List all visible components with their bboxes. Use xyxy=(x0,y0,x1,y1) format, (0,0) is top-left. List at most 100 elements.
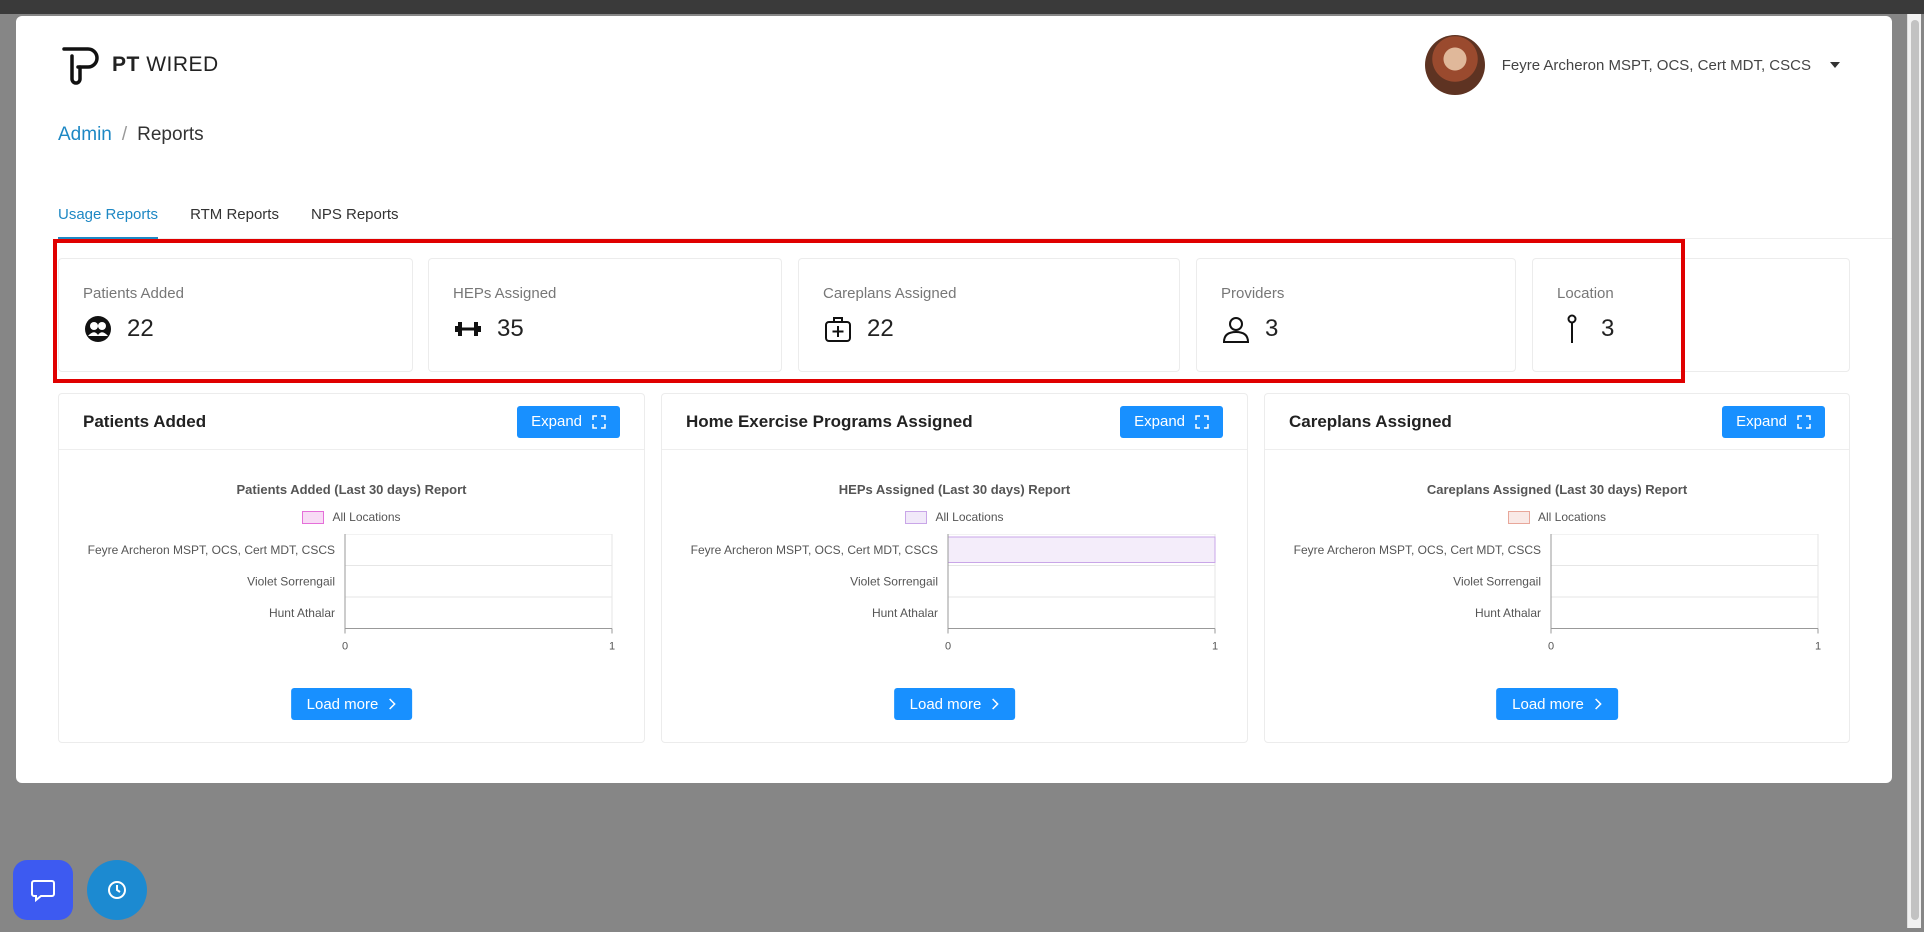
chart-heps-assigned: Feyre Archeron MSPT, OCS, Cert MDT, CSCS… xyxy=(691,534,1218,653)
tick-label: 0 xyxy=(342,641,348,653)
stats-row: Patients Added 22 HEPs Assigned 35 Carep… xyxy=(58,258,1850,372)
load-more-label: Load more xyxy=(1512,695,1584,713)
category-label: Violet Sorrengail xyxy=(1453,574,1541,588)
category-label: Hunt Athalar xyxy=(269,606,335,620)
stat-label: Location xyxy=(1557,285,1614,302)
chart-title: HEPs Assigned (Last 30 days) Report xyxy=(838,482,1071,497)
caret-down-icon[interactable] xyxy=(1830,62,1840,68)
panel-careplans-assigned: Careplans Assigned Expand Careplans Assi… xyxy=(1264,393,1850,743)
stat-card-patients: Patients Added 22 xyxy=(58,258,413,372)
plot-area xyxy=(1550,534,1819,629)
breadcrumb-admin-link[interactable]: Admin xyxy=(58,124,112,146)
window-frame xyxy=(0,0,1924,14)
expand-label: Expand xyxy=(1736,413,1787,430)
tab-nps-reports[interactable]: NPS Reports xyxy=(311,194,399,239)
breadcrumb-separator: / xyxy=(121,124,128,145)
stat-card-location: Location 3 xyxy=(1532,258,1850,372)
avatar[interactable] xyxy=(1424,35,1485,95)
fullscreen-icon xyxy=(1195,414,1209,429)
tick-label: 1 xyxy=(609,641,615,653)
chevron-right-icon xyxy=(389,698,396,710)
clock-icon xyxy=(108,881,126,899)
legend-swatch xyxy=(1507,510,1530,524)
stat-card-heps: HEPs Assigned 35 xyxy=(428,258,782,372)
chart-title: Careplans Assigned (Last 30 days) Report xyxy=(1426,482,1688,497)
load-more-button[interactable]: Load more xyxy=(1496,688,1618,720)
plot-area xyxy=(344,534,613,629)
chart-title: Patients Added (Last 30 days) Report xyxy=(236,482,467,497)
panel-title: Careplans Assigned xyxy=(1289,411,1452,431)
logo-text: PT WIRED xyxy=(112,53,219,76)
report-tabs: Usage Reports RTM Reports NPS Reports xyxy=(58,194,1892,239)
pin-icon xyxy=(1557,314,1587,344)
expand-label: Expand xyxy=(531,413,582,430)
load-more-button[interactable]: Load more xyxy=(290,688,413,720)
tick-label: 0 xyxy=(945,641,951,653)
category-label: Violet Sorrengail xyxy=(850,574,938,588)
chart-legend: All Locations xyxy=(1265,510,1849,524)
tick-label: 0 xyxy=(1548,641,1554,653)
category-label: Hunt Athalar xyxy=(872,606,938,620)
stat-label: Careplans Assigned xyxy=(823,285,957,302)
user-menu[interactable]: Feyre Archeron MSPT, OCS, Cert MDT, CSCS xyxy=(1424,35,1840,95)
expand-button[interactable]: Expand xyxy=(1120,405,1223,438)
stat-value: 35 xyxy=(497,315,524,342)
tab-rtm-reports[interactable]: RTM Reports xyxy=(190,194,279,239)
tick-label: 1 xyxy=(1815,641,1821,653)
category-label: Feyre Archeron MSPT, OCS, Cert MDT, CSCS xyxy=(691,543,938,557)
stat-label: Providers xyxy=(1221,285,1285,302)
tick-label: 1 xyxy=(1212,641,1218,653)
scrollbar-thumb[interactable] xyxy=(1911,20,1919,920)
chart-legend: All Locations xyxy=(59,510,644,524)
stat-label: Patients Added xyxy=(83,285,184,302)
chat-launcher-button[interactable] xyxy=(13,860,73,920)
chart-legend: All Locations xyxy=(662,510,1247,524)
legend-label: All Locations xyxy=(1537,510,1607,524)
load-more-label: Load more xyxy=(306,695,379,713)
load-more-label: Load more xyxy=(909,695,982,713)
user-icon xyxy=(1221,314,1251,344)
stat-value: 22 xyxy=(127,315,154,342)
chart-patients-added: Feyre Archeron MSPT, OCS, Cert MDT, CSCS… xyxy=(88,534,615,653)
legend-swatch xyxy=(905,510,928,524)
breadcrumb-current: Reports xyxy=(137,124,204,145)
chevron-right-icon xyxy=(992,698,999,710)
load-more-button[interactable]: Load more xyxy=(893,688,1016,720)
category-label: Feyre Archeron MSPT, OCS, Cert MDT, CSCS xyxy=(88,543,335,557)
page-scrollbar[interactable] xyxy=(1907,14,1921,928)
stat-value: 3 xyxy=(1265,315,1279,342)
medical-kit-icon xyxy=(823,314,853,344)
app-logo[interactable]: PT WIRED xyxy=(58,43,219,87)
legend-label: All Locations xyxy=(935,510,1004,524)
expand-button[interactable]: Expand xyxy=(1722,405,1825,438)
expand-label: Expand xyxy=(1134,413,1185,430)
stat-card-careplans: Careplans Assigned 22 xyxy=(798,258,1180,372)
breadcrumb: Admin / Reports xyxy=(58,124,204,146)
dumbbell-icon xyxy=(453,314,483,344)
tab-usage-reports[interactable]: Usage Reports xyxy=(58,194,159,239)
category-label: Hunt Athalar xyxy=(1475,606,1541,620)
logo-mark-icon xyxy=(62,47,99,85)
stat-card-providers: Providers 3 xyxy=(1196,258,1516,372)
bar[interactable] xyxy=(947,536,1216,563)
chevron-right-icon xyxy=(1594,698,1602,710)
legend-label: All Locations xyxy=(332,510,401,524)
stat-value: 22 xyxy=(867,315,894,342)
panel-title: Patients Added xyxy=(83,411,207,431)
category-label: Violet Sorrengail xyxy=(247,574,335,588)
patients-icon xyxy=(83,314,113,344)
stat-label: HEPs Assigned xyxy=(453,285,557,302)
panel-title: Home Exercise Programs Assigned xyxy=(686,411,973,431)
stat-value: 3 xyxy=(1601,315,1615,342)
history-button[interactable] xyxy=(87,860,147,920)
fullscreen-icon xyxy=(592,414,606,429)
chat-bubble-icon xyxy=(31,880,55,903)
user-name[interactable]: Feyre Archeron MSPT, OCS, Cert MDT, CSCS xyxy=(1502,57,1811,74)
chart-careplans-assigned: Feyre Archeron MSPT, OCS, Cert MDT, CSCS… xyxy=(1294,534,1821,653)
panel-patients-added: Patients Added Expand Patients Added (La… xyxy=(58,393,645,743)
category-label: Feyre Archeron MSPT, OCS, Cert MDT, CSCS xyxy=(1294,543,1541,557)
legend-swatch xyxy=(302,510,325,524)
panel-heps-assigned: Home Exercise Programs Assigned Expand H… xyxy=(661,393,1248,743)
fullscreen-icon xyxy=(1797,414,1811,429)
expand-button[interactable]: Expand xyxy=(517,405,620,438)
